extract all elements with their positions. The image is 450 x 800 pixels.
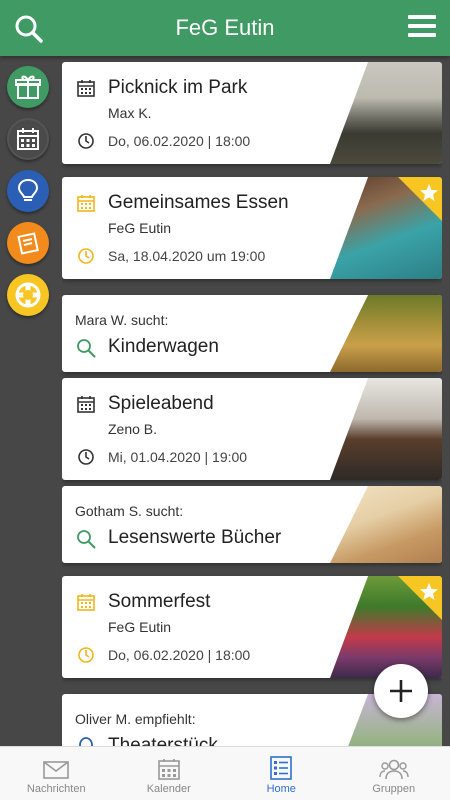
event-title: Picknick im Park — [108, 77, 248, 98]
add-button[interactable] — [374, 664, 428, 718]
clock-icon — [78, 248, 94, 264]
event-date: Do, 06.02.2020 | 18:00 — [108, 133, 251, 149]
group-icon — [379, 759, 409, 780]
featured-star-icon — [398, 177, 442, 221]
calendar-icon — [77, 195, 95, 212]
app-title: FeG Eutin — [175, 15, 275, 40]
event-author: FeG Eutin — [108, 619, 172, 635]
search-item: Kinderwagen — [108, 336, 219, 357]
event-card[interactable]: Picknick im Park Max K. Do, 06.02.2020 |… — [62, 62, 442, 164]
gift-icon — [15, 75, 41, 99]
search-card[interactable]: Mara W. sucht: Kinderwagen — [62, 295, 442, 372]
calendar-icon — [157, 759, 180, 780]
event-author: Max K. — [108, 105, 152, 121]
search-icon[interactable] — [14, 14, 44, 44]
calendar-filter-button[interactable] — [7, 118, 49, 160]
plus-icon — [390, 680, 412, 702]
search-icon — [77, 339, 96, 358]
tab-home[interactable]: Home — [225, 747, 338, 800]
feed-list: Picknick im Park Max K. Do, 06.02.2020 |… — [62, 62, 442, 746]
search-image — [330, 486, 442, 563]
calendar-icon — [77, 594, 95, 611]
event-title: Spieleabend — [108, 393, 214, 414]
list-icon — [270, 756, 293, 780]
clock-icon — [78, 647, 94, 663]
note-filter-button[interactable] — [7, 222, 49, 264]
tab-label: Kalender — [146, 783, 191, 795]
event-author: Zeno B. — [108, 421, 158, 437]
tab-gruppen[interactable]: Gruppen — [338, 747, 450, 800]
search-icon — [77, 530, 96, 549]
note-icon — [17, 232, 39, 255]
calendar-icon — [17, 128, 39, 150]
category-rail — [0, 56, 56, 746]
search-card[interactable]: Gotham S. sucht: Lesenswerte Bücher — [62, 486, 442, 563]
event-image — [330, 62, 442, 164]
search-item: Lesenswerte Bücher — [108, 527, 282, 548]
featured-star-icon — [398, 576, 442, 620]
balloon-icon — [79, 737, 93, 746]
event-card-featured[interactable]: Sommerfest FeG Eutin Do, 06.02.2020 | 18… — [62, 576, 442, 678]
clock-icon — [78, 133, 94, 149]
envelope-icon — [43, 761, 70, 779]
tab-label: Gruppen — [372, 783, 416, 795]
lightbulb-filter-button[interactable] — [7, 170, 49, 212]
hamburger-menu-icon[interactable] — [408, 14, 436, 38]
search-image — [330, 295, 442, 372]
event-card[interactable]: Spieleabend Zeno B. Mi, 01.04.2020 | 19:… — [62, 378, 442, 480]
calendar-icon — [77, 80, 95, 97]
bottom-tab-bar: Nachrichten Kalender Home Gruppen — [0, 746, 450, 800]
tab-nachrichten[interactable]: Nachrichten — [0, 747, 113, 800]
event-author: FeG Eutin — [108, 220, 172, 236]
recommendation-author: Oliver M. empfiehlt: — [75, 711, 196, 727]
search-author: Gotham S. sucht: — [75, 503, 184, 519]
event-image — [330, 378, 442, 480]
event-date: Mi, 01.04.2020 | 19:00 — [108, 449, 248, 465]
event-card-featured[interactable]: Gemeinsames Essen FeG Eutin Sa, 18.04.20… — [62, 177, 442, 279]
gift-filter-button[interactable] — [7, 66, 49, 108]
app-header: FeG Eutin — [0, 0, 450, 56]
clock-icon — [78, 449, 94, 465]
event-date: Do, 06.02.2020 | 18:00 — [108, 647, 251, 663]
event-title: Gemeinsames Essen — [108, 192, 289, 213]
lifebuoy-icon — [15, 282, 41, 308]
tab-label: Home — [266, 783, 296, 795]
help-filter-button[interactable] — [7, 274, 49, 316]
calendar-icon — [77, 396, 95, 413]
tab-kalender[interactable]: Kalender — [113, 747, 226, 800]
recommendation-item: Theaterstück — [108, 735, 218, 746]
search-author: Mara W. sucht: — [75, 312, 169, 328]
event-title: Sommerfest — [108, 591, 211, 612]
tab-label: Nachrichten — [26, 783, 86, 795]
lightbulb-icon — [17, 178, 39, 201]
event-date: Sa, 18.04.2020 um 19:00 — [108, 248, 266, 264]
